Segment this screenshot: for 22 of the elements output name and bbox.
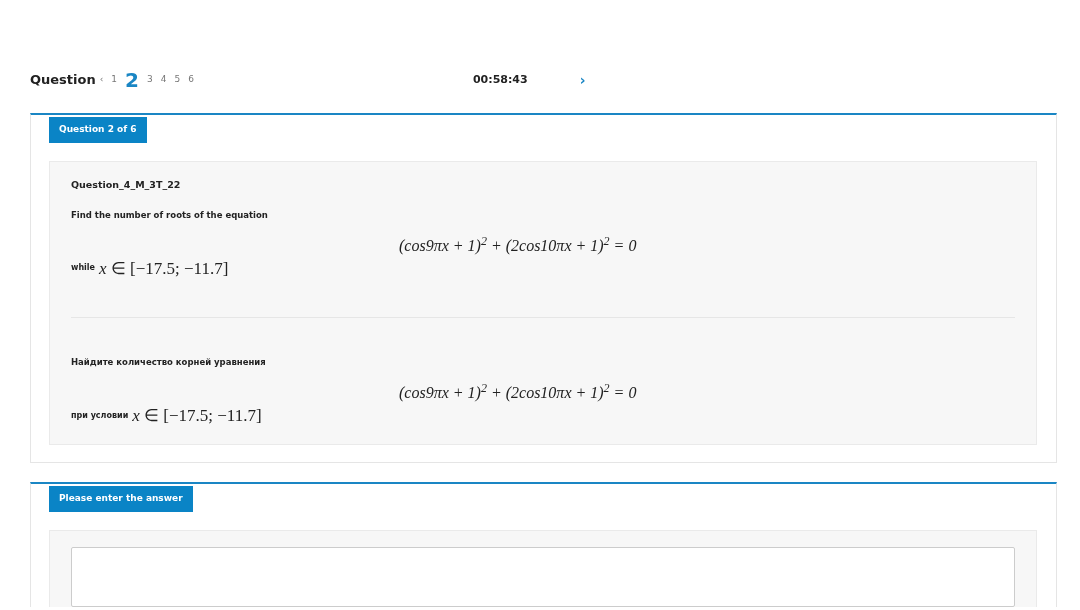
question-prompt: Find the number of roots of the equation [71, 208, 269, 222]
page-link[interactable]: 4 [160, 73, 167, 87]
condition-label: при условии [71, 409, 129, 422]
answer-field[interactable] [71, 546, 1015, 607]
question-prompt: Найдите количество корней уравнения [71, 356, 267, 369]
question-code: Question_4_M_3T_22 [71, 177, 182, 192]
question-label: Question [30, 71, 96, 90]
next-link[interactable]: › [579, 69, 586, 91]
equation-math: (cos9πx + 1)$^{2}$ + (2cos10πx + 1)$^{2}$ = 0 [399, 380, 637, 404]
equation-math: (cos9πx + 1)$^{2}$ + (2cos10πx + 1)$^{2}$ = 0 [399, 233, 637, 257]
timer: 00:58:43 [472, 71, 528, 88]
panel-tag: Please enter the answer [49, 486, 193, 512]
condition-label: while [71, 262, 95, 275]
page-link[interactable]: 3 [147, 73, 153, 87]
condition-math: x ∈ [−17.5; −11.7] [99, 257, 229, 280]
page-link[interactable]: 6 [188, 73, 194, 87]
panel-tag: Question 2 of 6 [49, 117, 147, 143]
page-link[interactable]: 1 [111, 73, 118, 87]
previous-link[interactable]: ‹ [99, 73, 104, 87]
condition-math: x ∈ [−17.5; −11.7] [132, 404, 262, 427]
page-link[interactable]: 5 [174, 73, 181, 87]
page-link[interactable]: 2 [125, 70, 139, 90]
